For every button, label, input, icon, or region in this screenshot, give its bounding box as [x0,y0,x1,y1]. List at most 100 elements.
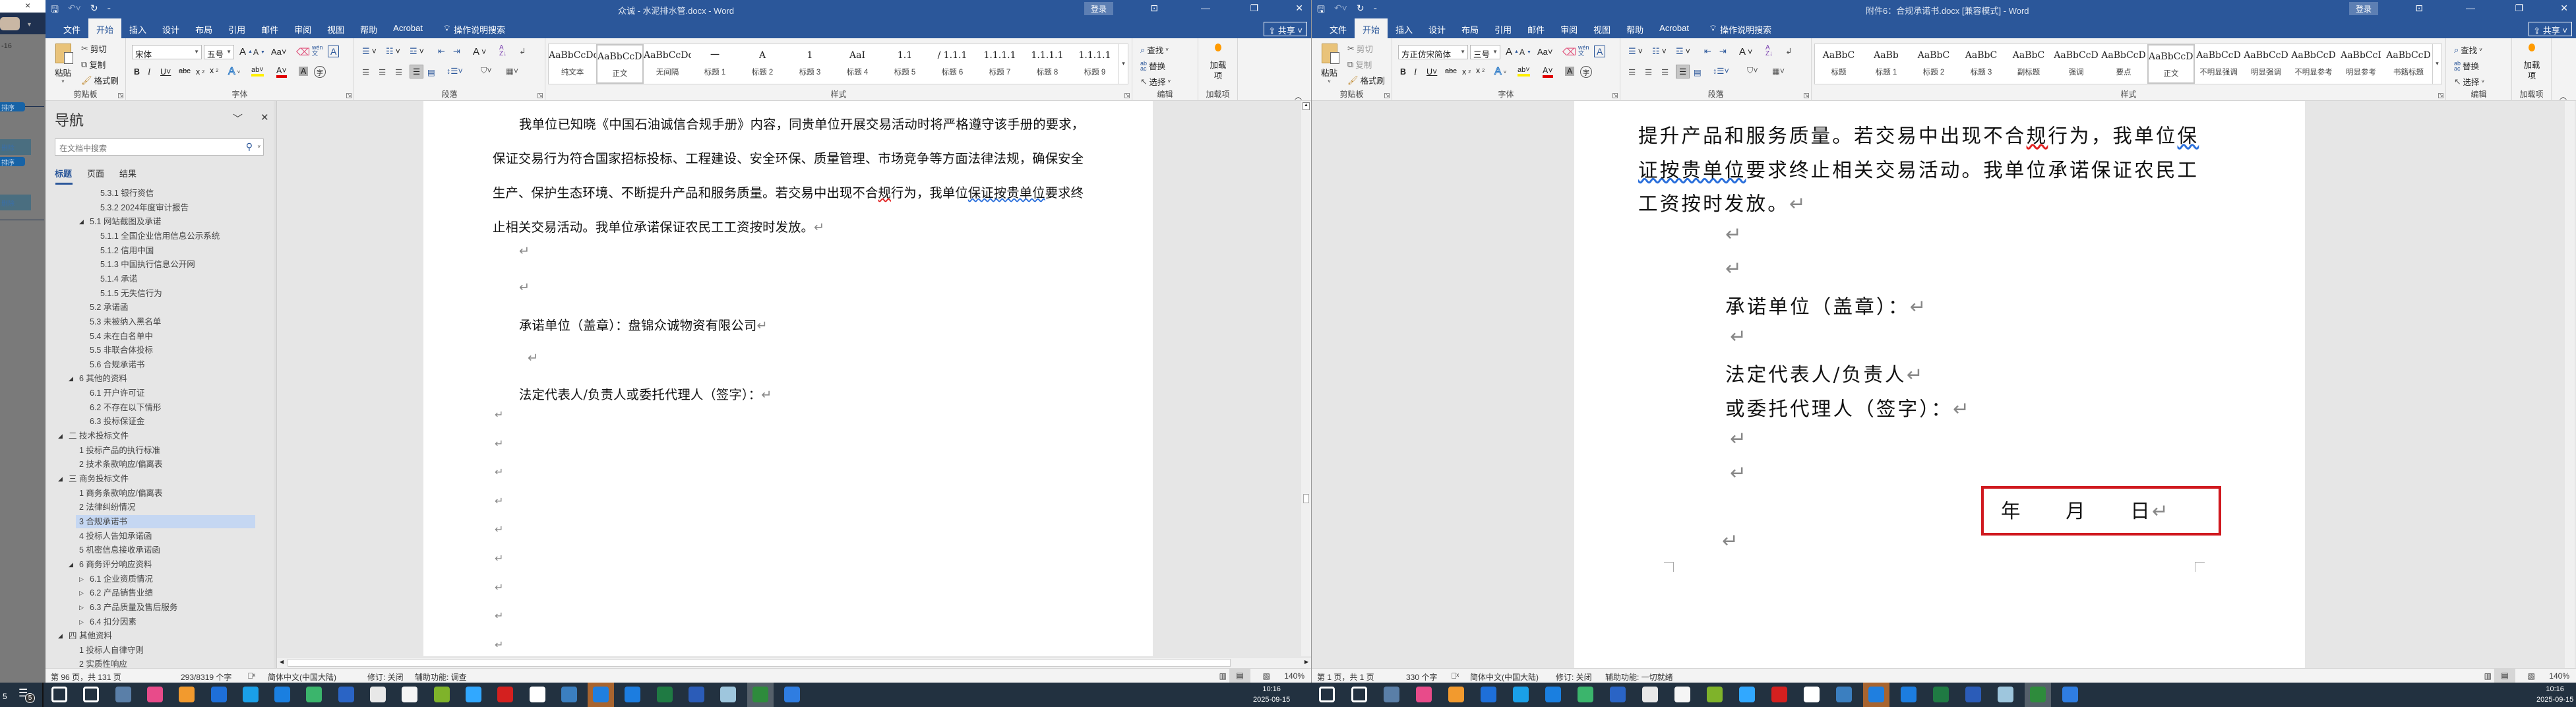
tab-1[interactable]: 开始 [88,18,122,38]
camera-icon[interactable] [1448,687,1464,702]
dots-app-icon[interactable] [1481,687,1496,702]
search-icon[interactable] [1351,687,1367,702]
tab-8[interactable]: 视图 [1585,18,1618,38]
minimize-button[interactable]: — [1201,3,1210,13]
vertical-scrollbar[interactable]: ▲ [1301,101,1311,656]
tell-me-search[interactable]: 💡︎ 操作说明搜索 [436,18,513,38]
nav-heading-item[interactable]: 6.2 不存在以下情形 [90,401,161,414]
windows-start-icon[interactable] [51,687,67,702]
document-line[interactable]: 证按贵单位要求终止相关交易活动。我单位承诺保证农民工 [1638,155,2199,183]
align-right-icon[interactable]: ☰ [1661,67,1669,77]
character-border-icon[interactable]: A [328,46,340,57]
style-item[interactable]: AaBbCcDdI 无间隔 [644,44,691,84]
paste-button[interactable]: 粘贴 ˅ [55,44,73,84]
document-line[interactable]: 法定代表人/负责人 [1725,359,1925,387]
distributed-icon[interactable]: ▤ [1694,67,1702,77]
nav-heading-item[interactable]: 2 实质性响应 [79,658,127,671]
background-app-close-button[interactable]: × [25,0,30,11]
notes-icon[interactable] [720,687,737,702]
addins-button[interactable]: 加载项 [1206,44,1230,81]
document-line[interactable]: 止相关交易活动。我单位承诺保证农民工工资按时发放。 [493,217,824,235]
proofing-icon[interactable]: ⎕ˣ [1452,671,1459,681]
nav-heading-item[interactable]: 四 其他资料 [69,629,112,642]
file-icon[interactable] [1642,687,1658,702]
distributed-icon[interactable]: ▤ [427,67,435,77]
empty-paragraph[interactable] [1725,223,1744,245]
document-line[interactable]: 生产、保护生态环境、不断提升产品和服务质量。若交易中出现不合规行为，我单位保证按… [493,183,1084,201]
chevron-down-icon[interactable]: ▼ [26,21,32,28]
tab-9[interactable]: 帮助 [352,18,385,38]
dialog-launcher-icon[interactable]: ↘ [1804,93,1809,98]
bold-button[interactable]: B [134,67,140,77]
dialog-launcher-icon[interactable]: ↘ [1612,93,1618,98]
tab-5[interactable]: 引用 [1487,18,1519,38]
delete-button[interactable]: 删除 [0,139,31,155]
minimize-button[interactable]: — [2466,3,2475,13]
blue-app-icon[interactable] [1513,687,1529,702]
nav-heading-item[interactable]: 6.3 投标保证金 [90,415,144,428]
document-line[interactable]: 承诺单位（盖章）： [1725,292,1928,319]
justify-icon[interactable]: ☰ [1676,65,1690,78]
format-painter-button[interactable]: 🖌︎ 格式刷 [1347,74,1385,86]
color-wheel-icon[interactable] [146,687,163,702]
word-icon[interactable] [1965,687,1981,702]
font-name-dropdown[interactable]: 宋体 ▼ [132,45,202,59]
tab-2[interactable]: 插入 [1388,18,1421,38]
ribbon-display-options-icon[interactable]: ⊡ [2415,3,2423,14]
text-effects-icon[interactable]: A ˅ [228,66,240,78]
restore-button[interactable]: ❐ [2515,3,2523,14]
subscript-button[interactable]: x2 [196,67,204,77]
tab-5[interactable]: 引用 [220,18,253,38]
highlight-color-icon[interactable]: ab˅ [251,66,264,77]
active-app-icon[interactable] [1868,687,1884,702]
tab-7[interactable]: 审阅 [286,18,319,38]
align-left-icon[interactable]: ☰ [362,67,369,77]
style-item[interactable]: AaBbC 标题 [1815,44,1862,84]
green-arrow-icon[interactable] [306,687,322,702]
style-item[interactable]: / 1.1.1 标题 6 [929,44,976,84]
scroll-right-icon[interactable]: ▶ [1304,659,1308,665]
tab-3[interactable]: 设计 [154,18,187,38]
nav-heading-item[interactable]: 2 法律纠纷情况 [79,501,135,514]
track-changes-status[interactable]: 修订: 关闭 [1556,671,1592,683]
nav-heading-item[interactable]: 4 投标人告知承诺函 [79,530,152,543]
strikethrough-button[interactable]: abc [179,67,191,75]
replace-button[interactable]: ab ac 替换 [2454,59,2479,72]
vertical-scrollbar[interactable] [2565,101,2575,668]
style-item[interactable]: AaI 标题 4 [834,44,881,84]
dialog-launcher-icon[interactable]: ↘ [537,93,543,98]
copy-button[interactable]: ⧉ 复制 [81,58,106,71]
grow-font-icon[interactable]: A ▲ [239,46,253,57]
nav-heading-item[interactable]: 5.6 合规承诺书 [90,358,144,371]
document-line[interactable]: 我单位已知晓《中国石油诚信合规手册》内容，同贵单位开展交易活动时将严格遵守该手册… [519,114,1084,133]
align-right-icon[interactable]: ☰ [395,67,402,77]
empty-paragraph[interactable] [519,280,530,295]
style-item[interactable]: AaBbC 标题 3 [1957,44,2005,84]
align-center-icon[interactable]: ☰ [379,67,386,77]
empty-paragraph[interactable] [519,243,530,259]
document-line[interactable]: 法定代表人/负责人或委托代理人（签字）： [519,384,772,403]
style-item[interactable]: AaBbC 标题 2 [1910,44,1957,84]
360-app-icon[interactable] [1545,687,1561,702]
font-size-dropdown[interactable]: 五号 ▼ [204,45,234,59]
ribbon-display-options-icon[interactable]: ⊡ [1150,3,1158,14]
expand-arrow-icon[interactable]: ▷ [79,586,84,599]
empty-paragraph[interactable] [1725,257,1744,280]
highlight-color-icon[interactable]: ab˅ [1518,66,1530,77]
align-left-icon[interactable]: ☰ [1628,67,1636,77]
language[interactable]: 简体中文(中国大陆) [1470,671,1539,683]
collapse-arrow-icon[interactable]: ◢ [69,558,73,571]
nav-heading-item[interactable]: 5.3.1 银行资信 [100,187,154,200]
style-item[interactable]: AaBbCcD 要点 [2100,44,2147,84]
nav-heading-item[interactable]: 5.1.4 承诺 [100,272,137,286]
align-center-icon[interactable]: ☰ [1645,67,1652,77]
select-button[interactable]: ↖ 选择 ˅ [2454,75,2484,88]
dots-app-icon[interactable] [210,687,227,702]
style-item[interactable]: AaBbCcD 不明显强调 [2195,44,2242,84]
nav-heading-item[interactable]: 5.3 未被纳入黑名单 [90,315,161,328]
nav-heading-item[interactable]: 5.3.2 2024年度审计报告 [100,201,189,214]
document-line[interactable]: 或委托代理人（签字）： [1725,394,1971,421]
share-button[interactable]: ⇪ 共享 ˅ [2529,22,2572,36]
collapse-arrow-icon[interactable]: ◢ [58,629,63,642]
font-name-dropdown[interactable]: 方正仿宋简体 ▼ [1398,45,1468,59]
